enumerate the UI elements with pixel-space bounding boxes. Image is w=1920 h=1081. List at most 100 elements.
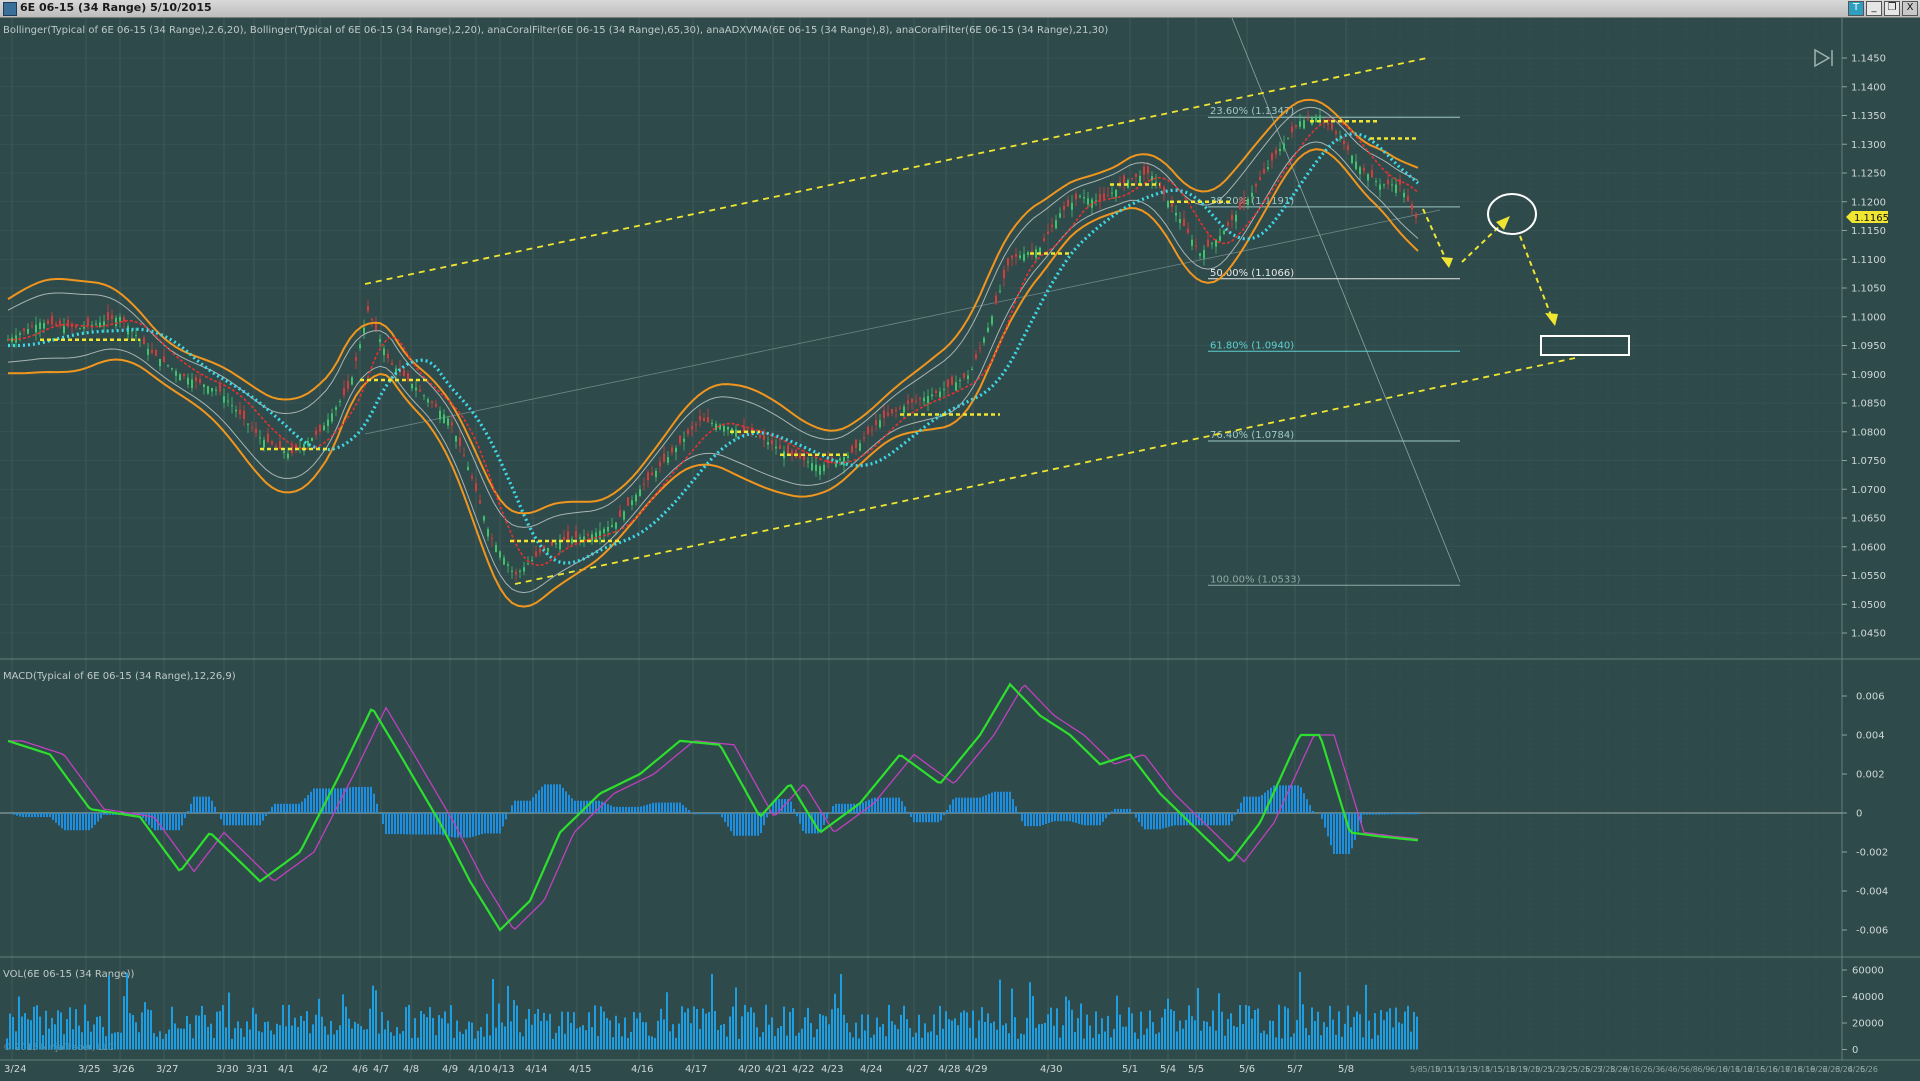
- candle-body: [1083, 197, 1085, 198]
- chart-canvas[interactable]: Bollinger(Typical of 6E 06-15 (34 Range)…: [0, 18, 1920, 1077]
- volume-bar: [1071, 1010, 1073, 1050]
- restore-button[interactable]: ❐: [1884, 1, 1900, 16]
- volume-bar: [99, 1016, 101, 1049]
- volume-bar: [999, 980, 1001, 1050]
- histogram-bar: [613, 807, 615, 813]
- histogram-bar: [1069, 813, 1071, 821]
- volume-bar: [780, 1026, 782, 1050]
- volume-bar: [417, 1038, 419, 1050]
- future-date-label: 6/26: [1860, 1065, 1878, 1074]
- histogram-bar: [1258, 797, 1260, 813]
- histogram-bar: [886, 798, 888, 813]
- volume-bar: [390, 1032, 392, 1049]
- chart-area[interactable]: Bollinger(Typical of 6E 06-15 (34 Range)…: [0, 18, 1920, 1077]
- minimize-button[interactable]: _: [1866, 1, 1882, 16]
- volume-bar: [249, 1030, 251, 1050]
- date-tick-label: 4/21: [765, 1064, 787, 1075]
- volume-bar: [897, 1029, 899, 1049]
- candle-body: [1115, 189, 1117, 196]
- candle-body: [263, 440, 265, 448]
- candle-body: [207, 386, 209, 393]
- histogram-bar: [202, 797, 204, 813]
- volume-bar: [675, 1038, 677, 1050]
- volume-bar: [744, 1005, 746, 1050]
- volume-bar: [1038, 1024, 1040, 1049]
- histogram-bar: [709, 813, 711, 814]
- candle-body: [415, 388, 417, 391]
- candle-body: [347, 381, 349, 389]
- histogram-bar: [85, 813, 87, 830]
- candle-body: [67, 320, 69, 327]
- volume-bar: [840, 974, 842, 1049]
- tile-button[interactable]: T: [1848, 1, 1864, 16]
- volume-bar: [474, 1039, 476, 1050]
- skip-to-end-icon[interactable]: [1812, 46, 1836, 70]
- candle-body: [475, 483, 477, 491]
- candle-body: [271, 441, 273, 444]
- volume-bar: [54, 1024, 56, 1049]
- volume-bar: [657, 1021, 659, 1050]
- histogram-bar: [100, 813, 102, 818]
- price-tick-label: 1.0700: [1851, 485, 1886, 496]
- volume-bar: [684, 1012, 686, 1049]
- histogram-bar: [1009, 792, 1011, 813]
- histogram-bar: [499, 813, 501, 833]
- volume-bar: [606, 1018, 608, 1049]
- histogram-bar: [1024, 813, 1026, 826]
- volume-bar: [1299, 972, 1301, 1049]
- volume-bar: [945, 1011, 947, 1049]
- volume-bar: [981, 1007, 983, 1049]
- volume-bar: [1059, 1038, 1061, 1050]
- histogram-bar: [166, 813, 168, 830]
- volume-bar: [135, 1022, 137, 1049]
- histogram-bar: [1012, 799, 1014, 813]
- candle-body: [91, 325, 93, 326]
- price-tick-label: 1.1300: [1851, 140, 1886, 151]
- histogram-bar: [1336, 813, 1338, 854]
- volume-bar: [1167, 999, 1169, 1050]
- candle-body: [359, 344, 361, 348]
- close-button[interactable]: X: [1902, 1, 1918, 16]
- histogram-bar: [1153, 813, 1155, 829]
- volume-bar: [666, 992, 668, 1049]
- histogram-bar: [604, 803, 606, 813]
- histogram-bar: [991, 793, 993, 813]
- histogram-bar: [799, 813, 801, 824]
- candle-body: [507, 564, 509, 566]
- window-title: 6E 06-15 (34 Range) 5/10/2015: [20, 1, 212, 14]
- histogram-bar: [523, 801, 525, 813]
- candle-body: [607, 527, 609, 531]
- histogram-bar: [481, 813, 483, 834]
- histogram-bar: [1126, 809, 1128, 813]
- volume-bar: [381, 1012, 383, 1050]
- histogram-bar: [1168, 813, 1170, 827]
- volume-bar: [582, 1025, 584, 1049]
- candle-body: [579, 537, 581, 538]
- histogram-bar: [766, 813, 768, 817]
- histogram-bar: [1252, 797, 1254, 813]
- candle-body: [775, 447, 777, 449]
- volume-bar: [27, 1019, 29, 1049]
- candle-body: [1235, 215, 1237, 222]
- histogram-bar: [148, 813, 150, 825]
- histogram-bar: [1147, 813, 1149, 829]
- histogram-bar: [403, 813, 405, 834]
- volume-bar: [813, 1037, 815, 1049]
- candle-body: [499, 551, 501, 557]
- histogram-bar: [901, 801, 903, 813]
- volume-bar: [414, 1018, 416, 1049]
- histogram-bar: [1282, 785, 1284, 813]
- candle-body: [367, 306, 369, 311]
- volume-bar: [387, 1021, 389, 1050]
- volume-bar: [726, 1037, 728, 1050]
- candle-body: [483, 516, 485, 520]
- candle-body: [879, 420, 881, 427]
- histogram-bar: [310, 792, 312, 813]
- histogram-bar: [1144, 813, 1146, 829]
- histogram-bar: [1378, 813, 1380, 815]
- histogram-bar: [154, 813, 156, 830]
- candle-body: [703, 418, 705, 421]
- volume-bar: [879, 1027, 881, 1050]
- candle-body: [1295, 125, 1297, 127]
- candle-body: [35, 325, 37, 333]
